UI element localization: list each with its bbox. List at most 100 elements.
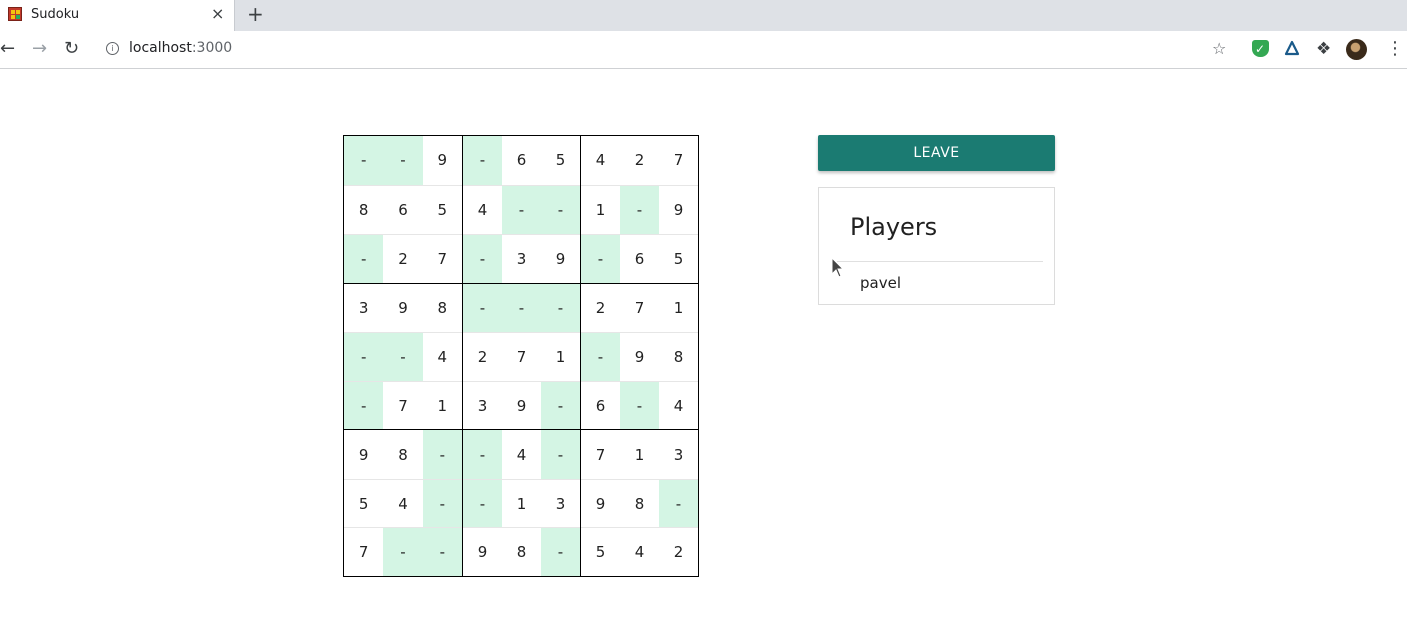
back-arrow-icon[interactable]: ← [0,39,15,59]
address-bar[interactable]: localhost:3000 [129,40,232,56]
sudoku-cell: 3 [463,380,502,430]
sudoku-cell: 1 [581,184,620,234]
shield-extension-icon[interactable] [1252,39,1269,59]
sudoku-cell-empty[interactable]: - [344,233,384,283]
sudoku-board: --9865-27-654---394271-9-65398--4-71---2… [343,135,699,577]
sudoku-cell-empty[interactable]: - [502,184,541,234]
sudoku-cell-empty[interactable]: - [422,478,462,528]
sudoku-cell: 8 [344,184,384,234]
sudoku-cell: 9 [502,380,541,430]
sudoku-cell: 3 [358,298,369,317]
sudoku-block: ---27139- [462,282,580,430]
sudoku-block: -4--1398- [462,429,580,576]
sudoku-cell-empty[interactable]: - [541,430,580,479]
sudoku-cell-empty[interactable]: - [383,527,423,576]
sudoku-cell: 2 [595,298,606,317]
bookmark-star-icon[interactable]: ☆ [1212,39,1226,59]
sudoku-cell-empty[interactable]: - [383,136,423,185]
sudoku-cell: 1 [422,380,462,430]
sudoku-cell-empty[interactable]: - [463,283,502,333]
sudoku-block: 4 2 7 1-9-65 [580,136,698,283]
sudoku-cell: 2 [383,233,423,283]
url-host: localhost [129,40,192,56]
sudoku-cell: 5 [344,478,384,528]
sudoku-cell: 8 [502,527,541,576]
sudoku-block: 7 1 3 98-542 [580,429,698,576]
players-heading: Players [850,213,938,241]
forward-arrow-icon[interactable]: → [32,39,47,59]
new-tab-icon[interactable]: + [247,3,264,25]
sudoku-cell: 9 [659,184,698,234]
sudoku-cell-empty[interactable]: - [659,478,698,528]
sudoku-cell: 9 [463,527,502,576]
sudoku-cell-empty[interactable]: - [422,430,462,479]
sudoku-cell: 9 [358,445,369,464]
sudoku-cell: 1 [541,332,580,381]
info-icon[interactable]: i [106,42,119,55]
sudoku-cell: 9 [541,233,580,283]
leave-button[interactable]: LEAVE [818,135,1055,171]
sudoku-cell-empty[interactable]: - [422,527,462,576]
browser-tab[interactable]: Sudoku × [0,0,235,31]
sudoku-block: --9865-27 [344,136,462,283]
sudoku-cell: 5 [581,527,620,576]
sudoku-cell: 4 [422,332,462,381]
profile-avatar[interactable] [1346,39,1367,60]
sudoku-cell: 5 [422,184,462,234]
sudoku-favicon-icon [8,7,22,21]
sudoku-cell: 4 [516,445,527,464]
sudoku-cell: 9 [398,298,408,317]
sudoku-cell-empty[interactable]: - [463,233,502,283]
sudoku-cell-empty[interactable]: - [502,283,541,333]
sudoku-cell: 9 [581,478,620,528]
sudoku-cell: 3 [502,233,541,283]
sudoku-cell: 4 [620,527,659,576]
sudoku-cell: 6 [581,380,620,430]
sudoku-cell-empty[interactable]: - [541,380,580,430]
sudoku-cell: 7 [422,233,462,283]
sudoku-cell: 2 [659,527,698,576]
sudoku-cell-empty[interactable]: - [463,430,502,479]
menu-kebab-icon[interactable]: ⋮ [1386,39,1404,59]
sudoku-cell: 2 [634,151,645,170]
players-card: Players pavel [818,187,1055,305]
sudoku-cell: 6 [620,233,659,283]
sudoku-cell: 9 [437,151,448,170]
sudoku-cell-empty[interactable]: - [541,527,580,576]
sudoku-cell: 8 [620,478,659,528]
sudoku-cell: 2 [463,332,502,381]
sudoku-cell-empty[interactable]: - [620,184,659,234]
close-tab-icon[interactable]: × [211,5,224,23]
sudoku-cell-empty[interactable]: - [620,380,659,430]
sudoku-cell: 7 [502,332,541,381]
sudoku-cell: 8 [659,332,698,381]
sudoku-cell: 8 [398,445,408,464]
sudoku-cell: 5 [659,233,698,283]
sudoku-cell-empty[interactable]: - [383,332,423,381]
reload-icon[interactable]: ↻ [64,39,79,59]
sudoku-cell-empty[interactable]: - [541,184,580,234]
sudoku-cell: 9 [620,332,659,381]
sudoku-cell-empty[interactable]: - [463,136,502,185]
sudoku-cell: 4 [383,478,423,528]
sudoku-cell-empty[interactable]: - [581,332,620,381]
players-divider [837,261,1043,262]
sudoku-cell-empty[interactable]: - [541,283,580,333]
sudoku-cell: 7 [634,298,645,317]
sudoku-block: 2 7 1 -986-4 [580,282,698,430]
sudoku-cell: 3 [673,445,684,464]
sudoku-block: -654---39 [462,136,580,283]
browser-tab-strip: Sudoku × + [0,0,1407,31]
sudoku-cell: 1 [634,445,645,464]
sudoku-cell-empty[interactable]: - [581,233,620,283]
sudoku-cell-empty[interactable]: - [344,380,384,430]
sudoku-cell: 1 [673,298,684,317]
sudoku-cell-empty[interactable]: - [344,136,384,185]
sudoku-cell-empty[interactable]: - [344,332,384,381]
browser-toolbar: ← → ↻ i localhost:3000 ☆ ❖ ⋮ [0,31,1407,69]
sudoku-cell-empty[interactable]: - [463,478,502,528]
triangle-extension-icon[interactable] [1284,40,1300,56]
player-list-item: pavel [860,274,901,292]
sudoku-cell: 6 [516,151,527,170]
extensions-puzzle-icon[interactable]: ❖ [1316,39,1331,59]
